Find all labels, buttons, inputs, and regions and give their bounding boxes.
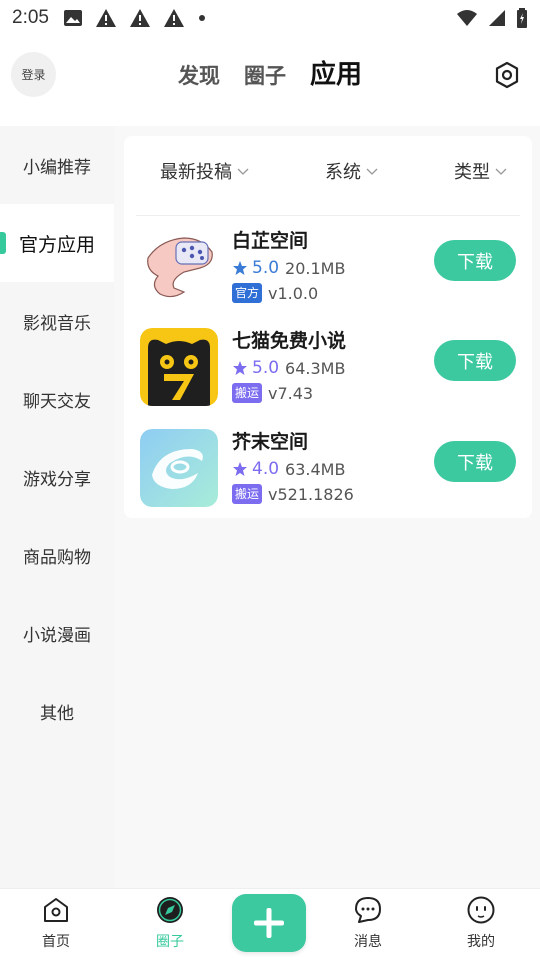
app-size: 20.1MB	[285, 258, 346, 278]
source-badge: 搬运	[232, 484, 263, 504]
bottom-nav: 首页 圈子 消息 我的	[0, 888, 540, 960]
app-list-panel: 最新投稿 系统 类型 白芷空间 5.0 20.1MB 官方 v1.0.0 下载 …	[114, 126, 540, 888]
nav-label: 圈子	[156, 934, 184, 950]
sidebar-item-label: 官方应用	[18, 233, 95, 256]
tab-apps[interactable]: 应用	[310, 54, 362, 91]
app-rating: 4.0	[252, 459, 280, 479]
sidebar-item-novel-comics[interactable]: 小说漫画	[0, 594, 114, 672]
dot-icon	[198, 15, 205, 21]
filter-bar: 最新投稿 系统 类型	[136, 158, 520, 216]
compass-icon	[157, 897, 183, 923]
app-icon-baizhi	[140, 228, 218, 306]
sidebar-item-game-share[interactable]: 游戏分享	[0, 438, 114, 516]
tab-discover[interactable]: 发现	[178, 60, 220, 90]
chevron-down-icon	[237, 168, 249, 175]
app-name: 芥末空间	[232, 431, 309, 453]
sidebar-item-label: 小编推荐	[23, 157, 91, 178]
nav-home[interactable]: 首页	[16, 895, 96, 951]
warning-icon	[129, 9, 150, 27]
source-badge: 搬运	[232, 383, 263, 403]
star-icon	[233, 361, 247, 375]
sidebar-item-shopping[interactable]: 商品购物	[0, 516, 114, 594]
settings-icon[interactable]	[492, 60, 522, 90]
star-icon	[233, 462, 247, 476]
filter-label: 最新投稿	[160, 162, 232, 183]
app-version-row: 搬运 v7.43	[232, 383, 313, 403]
sidebar-item-label: 小说漫画	[23, 625, 91, 646]
app-item[interactable]: 七猫免费小说 5.0 64.3MB 搬运 v7.43 下载	[140, 328, 520, 412]
sidebar-item-other[interactable]: 其他	[0, 672, 114, 750]
app-item[interactable]: 白芷空间 5.0 20.1MB 官方 v1.0.0 下载	[140, 228, 520, 312]
app-rating: 5.0	[252, 358, 280, 378]
app-list-card: 最新投稿 系统 类型 白芷空间 5.0 20.1MB 官方 v1.0.0 下载 …	[124, 136, 532, 518]
app-icon-jiemo	[140, 429, 218, 507]
sidebar-item-label: 商品购物	[23, 547, 91, 568]
app-meta: 4.0 63.4MB	[232, 459, 345, 479]
sidebar-item-label: 其他	[40, 703, 74, 724]
sidebar-item-label: 游戏分享	[23, 469, 91, 490]
star-icon	[233, 261, 247, 275]
filter-latest[interactable]: 最新投稿	[160, 158, 250, 215]
chat-icon	[355, 897, 381, 923]
download-button[interactable]: 下载	[434, 340, 516, 381]
filter-type[interactable]: 类型	[454, 158, 508, 215]
app-size: 63.4MB	[285, 459, 346, 479]
source-badge: 官方	[232, 283, 263, 303]
filter-label: 系统	[325, 162, 361, 183]
add-post-button[interactable]	[232, 894, 306, 952]
app-meta: 5.0 64.3MB	[232, 358, 345, 378]
top-tabs: 发现 圈子 应用	[0, 54, 540, 91]
nav-circle[interactable]: 圈子	[130, 895, 210, 951]
sidebar-item-label: 影视音乐	[23, 313, 91, 334]
home-icon	[44, 898, 68, 922]
nav-profile[interactable]: 我的	[441, 895, 521, 951]
filter-system[interactable]: 系统	[325, 158, 379, 215]
sidebar-item-video-music[interactable]: 影视音乐	[0, 282, 114, 360]
status-time: 2:05	[12, 7, 49, 28]
nav-label: 我的	[467, 934, 495, 950]
download-button[interactable]: 下载	[434, 441, 516, 482]
nav-label: 首页	[42, 934, 70, 950]
app-version-row: 官方 v1.0.0	[232, 283, 318, 303]
system-icons	[456, 8, 528, 28]
app-size: 64.3MB	[285, 358, 346, 378]
app-rating: 5.0	[252, 258, 280, 278]
app-version: v1.0.0	[268, 283, 319, 303]
app-name: 七猫免费小说	[232, 330, 347, 352]
app-item[interactable]: 芥末空间 4.0 63.4MB 搬运 v521.1826 下载	[140, 429, 520, 513]
tab-circle[interactable]: 圈子	[244, 60, 286, 90]
app-icon-qimao	[140, 328, 218, 406]
app-meta: 5.0 20.1MB	[232, 258, 345, 278]
sidebar-item-chat-social[interactable]: 聊天交友	[0, 360, 114, 438]
sidebar-item-official-apps[interactable]: 官方应用	[0, 204, 114, 282]
filter-label: 类型	[454, 162, 490, 183]
warning-icon	[163, 9, 184, 27]
chevron-down-icon	[366, 168, 378, 175]
app-version: v7.43	[268, 383, 314, 403]
app-name: 白芷空间	[232, 230, 309, 252]
warning-icon	[95, 9, 116, 27]
chevron-down-icon	[495, 168, 507, 175]
image-icon	[63, 10, 82, 26]
app-version-row: 搬运 v521.1826	[232, 484, 354, 504]
wifi-icon	[457, 10, 477, 26]
header: 登录 发现 圈子 应用	[0, 40, 540, 112]
status-bar: 2:05	[0, 0, 540, 36]
plus-icon	[254, 908, 284, 938]
app-version: v521.1826	[268, 484, 354, 504]
profile-icon	[467, 896, 495, 924]
notification-icons	[63, 8, 207, 28]
nav-messages[interactable]: 消息	[328, 895, 408, 951]
nav-label: 消息	[354, 934, 382, 950]
battery-icon	[517, 8, 527, 28]
signal-icon	[489, 10, 505, 26]
sidebar-item-label: 聊天交友	[23, 391, 91, 412]
sidebar-item-editor-picks[interactable]: 小编推荐	[0, 126, 114, 204]
download-button[interactable]: 下载	[434, 240, 516, 281]
category-sidebar: 小编推荐 官方应用 影视音乐 聊天交友 游戏分享 商品购物 小说漫画 其他	[0, 126, 114, 888]
